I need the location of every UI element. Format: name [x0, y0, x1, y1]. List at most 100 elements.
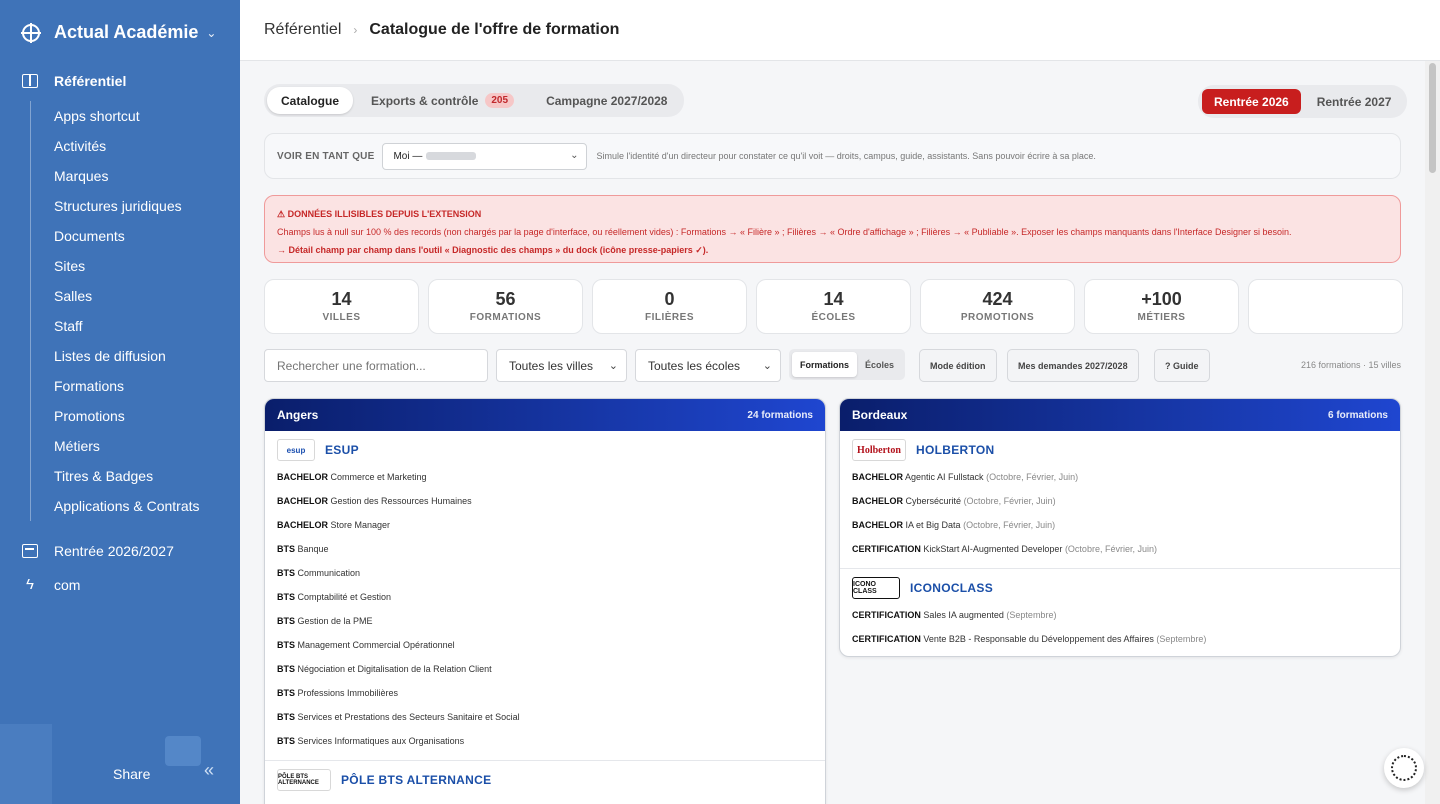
sidebar-item-listes-de-diffusion[interactable]: Listes de diffusion — [54, 341, 200, 371]
school-header[interactable]: ICONO CLASS ICONOCLASS — [840, 569, 1400, 603]
sidebar-item-documents[interactable]: Documents — [54, 221, 200, 251]
scrollbar[interactable] — [1425, 61, 1440, 804]
sidebar-item-titres-badges[interactable]: Titres & Badges — [54, 461, 200, 491]
impersonate-select[interactable]: Moi — ⌄ — [382, 142, 588, 170]
city-formation-count: 24 formations — [747, 409, 813, 421]
stat-label: ÉCOLES — [811, 312, 856, 323]
sidebar-section-label: Référentiel — [54, 73, 127, 89]
formation-row[interactable]: BTS Management Commercial Opérationnel — [265, 633, 825, 657]
sidebar-section-rentree[interactable]: Rentrée 2026/2027 — [22, 543, 174, 559]
share-button[interactable]: Share — [113, 766, 150, 782]
search-input[interactable] — [264, 349, 488, 382]
formation-name: Banque — [297, 544, 329, 554]
formation-name: Cybersécurité — [905, 496, 962, 506]
formation-name: Store Manager — [330, 520, 391, 530]
redacted-name — [426, 152, 477, 160]
mode-edition-button[interactable]: Mode édition — [919, 349, 997, 382]
sidebar-item-salles[interactable]: Salles — [54, 281, 200, 311]
tab-campagne[interactable]: Campagne 2027/2028 — [532, 87, 681, 114]
formation-row[interactable]: CERTIFICATION Vente B2B - Responsable du… — [840, 627, 1400, 651]
bolt-icon: ϟ — [26, 576, 34, 593]
toggle-ecoles[interactable]: Écoles — [857, 352, 902, 377]
city-name: Angers — [277, 408, 319, 422]
ecoles-select[interactable]: Toutes les écoles ⌄ — [635, 349, 781, 382]
collapse-sidebar-icon[interactable]: « — [204, 760, 214, 781]
school-name: PÔLE BTS ALTERNANCE — [341, 773, 492, 787]
stat-value: 14 — [331, 289, 352, 309]
formation-type: BTS — [277, 616, 295, 626]
formation-row[interactable]: BTS Services et Prestations des Secteurs… — [265, 705, 825, 729]
formation-row[interactable]: BACHELOR Commerce et Marketing — [265, 465, 825, 489]
school-header[interactable]: PÔLE BTS ALTERNANCE PÔLE BTS ALTERNANCE — [265, 761, 825, 795]
school-logo: PÔLE BTS ALTERNANCE — [277, 769, 331, 791]
rentree-2027-button[interactable]: Rentrée 2027 — [1305, 89, 1404, 114]
sidebar-subnav: Apps shortcut Activités Marques Structur… — [30, 101, 200, 521]
formation-row[interactable]: CERTIFICATION KickStart AI-Augmented Dev… — [840, 537, 1400, 561]
sidebar-section-referentiel[interactable]: Référentiel — [22, 73, 126, 89]
data-warning-alert: ⚠ DONNÉES ILLISIBLES DEPUIS L'EXTENSION … — [264, 195, 1401, 263]
formation-row[interactable]: BACHELOR Agentic AI Fullstack (Octobre, … — [840, 465, 1400, 489]
stat-card-filieres: 0 FILIÈRES — [592, 279, 747, 334]
main-content: Catalogue Exports & contrôle 205 Campagn… — [240, 61, 1425, 804]
formation-row[interactable]: BTS Professions Immobilières — [265, 681, 825, 705]
sidebar-item-apps-shortcut[interactable]: Apps shortcut — [54, 101, 200, 131]
school-header[interactable]: esup ESUP — [265, 431, 825, 465]
sidebar-item-applications-contrats[interactable]: Applications & Contrats — [54, 491, 200, 521]
formation-row[interactable]: BTS Négociation et Digitalisation de la … — [265, 657, 825, 681]
stat-card-promotions: 424 PROMOTIONS — [920, 279, 1075, 334]
formation-row[interactable]: BACHELOR IA et Big Data (Octobre, Févrie… — [840, 513, 1400, 537]
sidebar-item-formations[interactable]: Formations — [54, 371, 200, 401]
sidebar-item-metiers[interactable]: Métiers — [54, 431, 200, 461]
formation-row[interactable]: BTS Services Informatiques aux Organisat… — [265, 729, 825, 753]
villes-select[interactable]: Toutes les villes ⌄ — [496, 349, 627, 382]
ecoles-select-value: Toutes les écoles — [648, 359, 741, 373]
formation-name: Gestion des Ressources Humaines — [330, 496, 472, 506]
sidebar-item-structures-juridiques[interactable]: Structures juridiques — [54, 191, 200, 221]
loading-spinner-button[interactable] — [1384, 748, 1424, 788]
formation-row[interactable]: BACHELOR Cybersécurité (Octobre, Février… — [840, 489, 1400, 513]
sidebar-item-sites[interactable]: Sites — [54, 251, 200, 281]
school-header[interactable]: Holberton HOLBERTON — [840, 431, 1400, 465]
rentree-2026-button[interactable]: Rentrée 2026 — [1202, 89, 1301, 114]
sidebar-section-com[interactable]: ϟ com — [22, 577, 80, 593]
sidebar-section-label: Rentrée 2026/2027 — [54, 543, 174, 559]
footer-avatar — [165, 736, 201, 766]
stat-card-metiers: +100 MÉTIERS — [1084, 279, 1239, 334]
calendar-icon — [22, 544, 38, 558]
formation-row[interactable]: BACHELOR Gestion des Ressources Humaines — [265, 489, 825, 513]
formation-type: CERTIFICATION — [852, 610, 921, 620]
formation-row[interactable]: BACHELOR Store Manager — [265, 513, 825, 537]
scrollbar-thumb[interactable] — [1429, 63, 1436, 173]
brand-switcher[interactable]: Actual Académie ⌄ — [21, 22, 216, 43]
formation-name: Comptabilité et Gestion — [297, 592, 392, 602]
formation-row[interactable]: CERTIFICATION Sales IA augmented (Septem… — [840, 603, 1400, 627]
breadcrumb-parent[interactable]: Référentiel — [264, 21, 341, 39]
school-logo: esup — [277, 439, 315, 461]
sidebar-item-activites[interactable]: Activités — [54, 131, 200, 161]
tab-catalogue[interactable]: Catalogue — [267, 87, 354, 114]
formation-row[interactable]: BTS Gestion de la PME — [265, 609, 825, 633]
stat-value: 56 — [495, 289, 516, 309]
sidebar-item-marques[interactable]: Marques — [54, 161, 200, 191]
school-name: ESUP — [325, 443, 359, 457]
formation-row[interactable]: BTS Comptabilité et Gestion — [265, 585, 825, 609]
formation-name: Sales IA augmented — [923, 610, 1004, 620]
school-name: HOLBERTON — [916, 443, 995, 457]
chevron-down-icon: ⌄ — [608, 360, 618, 372]
sidebar-section-label: com — [54, 577, 81, 593]
chevron-down-icon: ⌄ — [762, 360, 772, 372]
formation-name: Vente B2B - Responsable du Développement… — [923, 634, 1154, 644]
city-card-angers: Angers 24 formations esup ESUP BACHELOR … — [264, 398, 826, 804]
formation-name: Management Commercial Opérationnel — [297, 640, 455, 650]
sidebar-item-promotions[interactable]: Promotions — [54, 401, 200, 431]
formation-name: KickStart AI-Augmented Developer — [923, 544, 1063, 554]
formation-row[interactable]: BTS Communication — [265, 561, 825, 585]
top-bar: Référentiel › Catalogue de l'offre de fo… — [240, 0, 1440, 61]
formation-type: CERTIFICATION — [852, 544, 921, 554]
formation-row[interactable]: BTS Banque — [265, 537, 825, 561]
toggle-formations[interactable]: Formations — [792, 352, 858, 377]
sidebar-item-staff[interactable]: Staff — [54, 311, 200, 341]
guide-button[interactable]: ? Guide — [1154, 349, 1210, 382]
mes-demandes-button[interactable]: Mes demandes 2027/2028 — [1007, 349, 1139, 382]
tab-exports[interactable]: Exports & contrôle 205 — [357, 87, 528, 114]
